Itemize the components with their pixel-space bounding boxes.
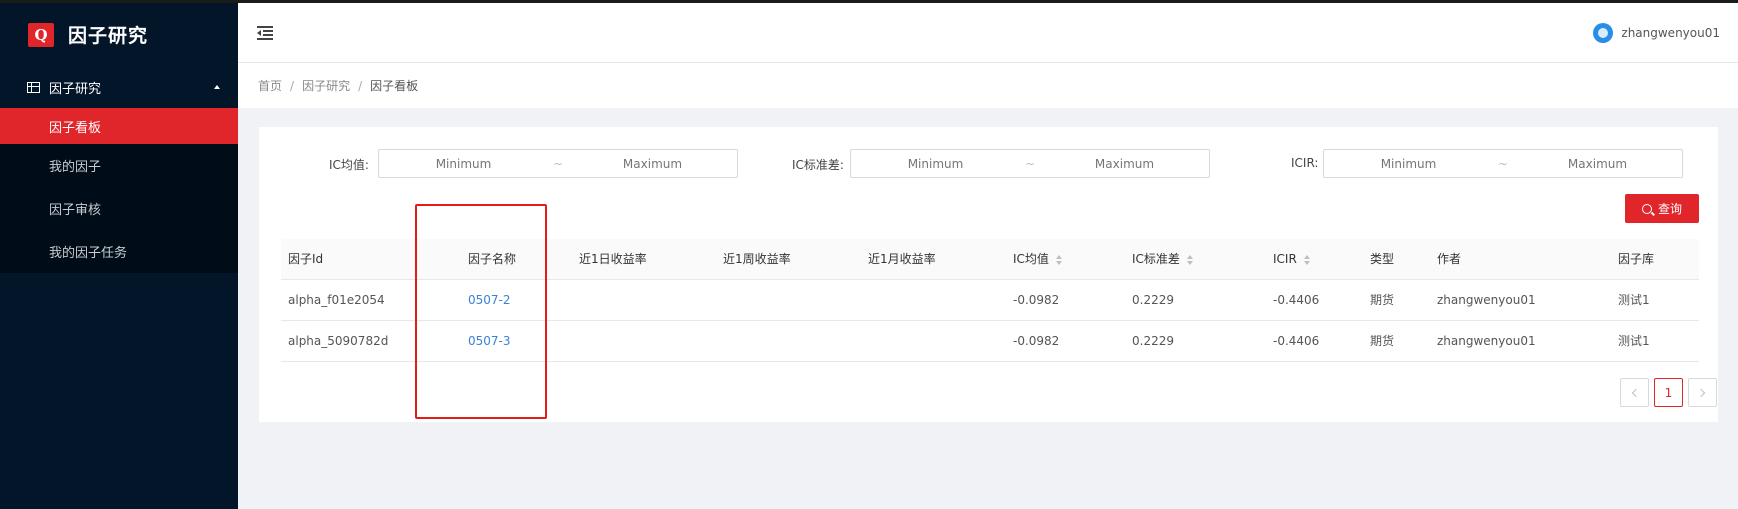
ic-mean-min-input[interactable] [379,156,548,171]
cell-factor-name-link[interactable]: 0507-2 [468,280,511,321]
column-header-label: ICIR [1273,252,1297,266]
pagination-page-button[interactable]: 1 [1654,378,1683,407]
pagination-prev-button[interactable] [1620,378,1649,407]
column-header-factor-id: 因子Id [288,252,324,266]
cell-type: 期货 [1370,334,1395,348]
filter-bar: IC均值: ~ IC标准差: ~ ICIR: ~ [259,149,1718,179]
ic-std-range: ~ [850,149,1210,178]
icir-label: ICIR: [1291,156,1319,170]
query-button[interactable]: 查询 [1625,194,1699,223]
breadcrumb-separator: / [358,78,363,93]
sort-icon[interactable] [1303,254,1311,265]
pagination-next-button[interactable] [1688,378,1717,407]
sidebar: Q 因子研究 因子研究 因子看板 我的因子 因子审核 我的因子任务 [0,3,238,509]
table-row: alpha_f01e2054 0507-2 -0.0982 0.2229 -0.… [281,280,1699,321]
search-icon [1641,203,1652,214]
avatar [1593,22,1614,43]
breadcrumb-current: 因子看板 [370,79,419,93]
column-header-icir[interactable]: ICIR [1273,239,1311,280]
breadcrumb-home[interactable]: 首页 [258,77,282,94]
query-button-label: 查询 [1657,202,1682,216]
ic-mean-max-input[interactable] [568,156,737,171]
cell-library: 测试1 [1618,293,1650,307]
column-header-return-1d: 近1日收益率 [579,252,647,266]
breadcrumb-section[interactable]: 因子研究 [302,77,350,94]
table-icon [27,81,40,93]
sidebar-item-my-factors[interactable]: 我的因子 [0,144,238,187]
sidebar-group-label: 因子研究 [49,81,102,97]
sidebar-item-label: 我的因子 [49,160,102,175]
cell-icir: -0.4406 [1273,334,1320,348]
ic-mean-label: IC均值: [329,158,369,172]
sort-icon[interactable] [1186,254,1194,265]
sort-icon[interactable] [1055,254,1063,265]
column-header-ic-mean[interactable]: IC均值 [1013,239,1063,280]
menu-fold-icon[interactable] [257,25,273,40]
brand-title: 因子研究 [68,25,149,47]
breadcrumb-separator: / [290,78,295,93]
range-separator: ~ [1497,156,1509,171]
column-header-return-1w: 近1周收益率 [723,252,791,266]
table-row: alpha_5090782d 0507-3 -0.0982 0.2229 -0.… [281,321,1699,362]
cell-factor-name-link[interactable]: 0507-3 [468,321,511,362]
cell-factor-id: alpha_f01e2054 [288,293,385,307]
ic-std-max-input[interactable] [1040,156,1209,171]
ic-std-min-input[interactable] [851,156,1020,171]
sidebar-item-factor-board[interactable]: 因子看板 [0,108,238,144]
cell-author: zhangwenyou01 [1437,293,1536,307]
user-menu[interactable]: zhangwenyou01 [1593,22,1720,43]
icir-min-input[interactable] [1324,156,1493,171]
ic-mean-range: ~ [378,149,738,178]
cell-icir: -0.4406 [1273,293,1320,307]
column-header-label: IC均值 [1013,252,1049,266]
cell-factor-id: alpha_5090782d [288,334,389,348]
sidebar-item-factor-review[interactable]: 因子审核 [0,187,238,230]
sidebar-group-factor-research[interactable]: 因子研究 [0,66,238,108]
main-area: zhangwenyou01 首页 / 因子研究 / 因子看板 IC均值: ~ I… [238,3,1738,509]
content-card: IC均值: ~ IC标准差: ~ ICIR: ~ 查询 [259,127,1718,422]
column-header-library: 因子库 [1618,252,1655,266]
column-header-type: 类型 [1370,252,1395,266]
factor-table: 因子Id 因子名称 近1日收益率 近1周收益率 近1月收益率 IC均值 IC标准… [281,239,1699,362]
cell-ic-mean: -0.0982 [1013,334,1060,348]
cell-ic-mean: -0.0982 [1013,293,1060,307]
icir-max-input[interactable] [1513,156,1682,171]
brand-logo: Q [28,22,54,47]
column-header-return-1m: 近1月收益率 [868,252,936,266]
breadcrumb: 首页 / 因子研究 / 因子看板 [238,63,1738,108]
cell-library: 测试1 [1618,334,1650,348]
column-header-ic-std[interactable]: IC标准差 [1132,239,1194,280]
range-separator: ~ [1024,156,1036,171]
cell-type: 期货 [1370,293,1395,307]
cell-ic-std: 0.2229 [1132,334,1174,348]
sidebar-item-label: 因子看板 [49,120,102,136]
cell-ic-std: 0.2229 [1132,293,1174,307]
ic-std-label: IC标准差: [792,158,844,172]
sidebar-submenu: 因子看板 我的因子 因子审核 我的因子任务 [0,108,238,273]
table-header: 因子Id 因子名称 近1日收益率 近1周收益率 近1月收益率 IC均值 IC标准… [281,239,1699,280]
chevron-left-icon [1631,388,1641,397]
chevron-up-icon [214,85,220,89]
sidebar-item-label: 我的因子任务 [49,246,128,261]
sidebar-item-label: 因子审核 [49,203,102,218]
top-header: zhangwenyou01 [238,3,1738,63]
sidebar-item-my-factor-tasks[interactable]: 我的因子任务 [0,230,238,273]
username: zhangwenyou01 [1621,25,1720,40]
column-header-factor-name: 因子名称 [468,252,517,266]
column-header-author: 作者 [1437,252,1462,266]
range-separator: ~ [552,156,564,171]
brand[interactable]: Q 因子研究 [0,3,238,66]
cell-author: zhangwenyou01 [1437,334,1536,348]
icir-range: ~ [1323,149,1683,178]
column-header-label: IC标准差 [1132,252,1180,266]
chevron-right-icon [1696,388,1706,397]
